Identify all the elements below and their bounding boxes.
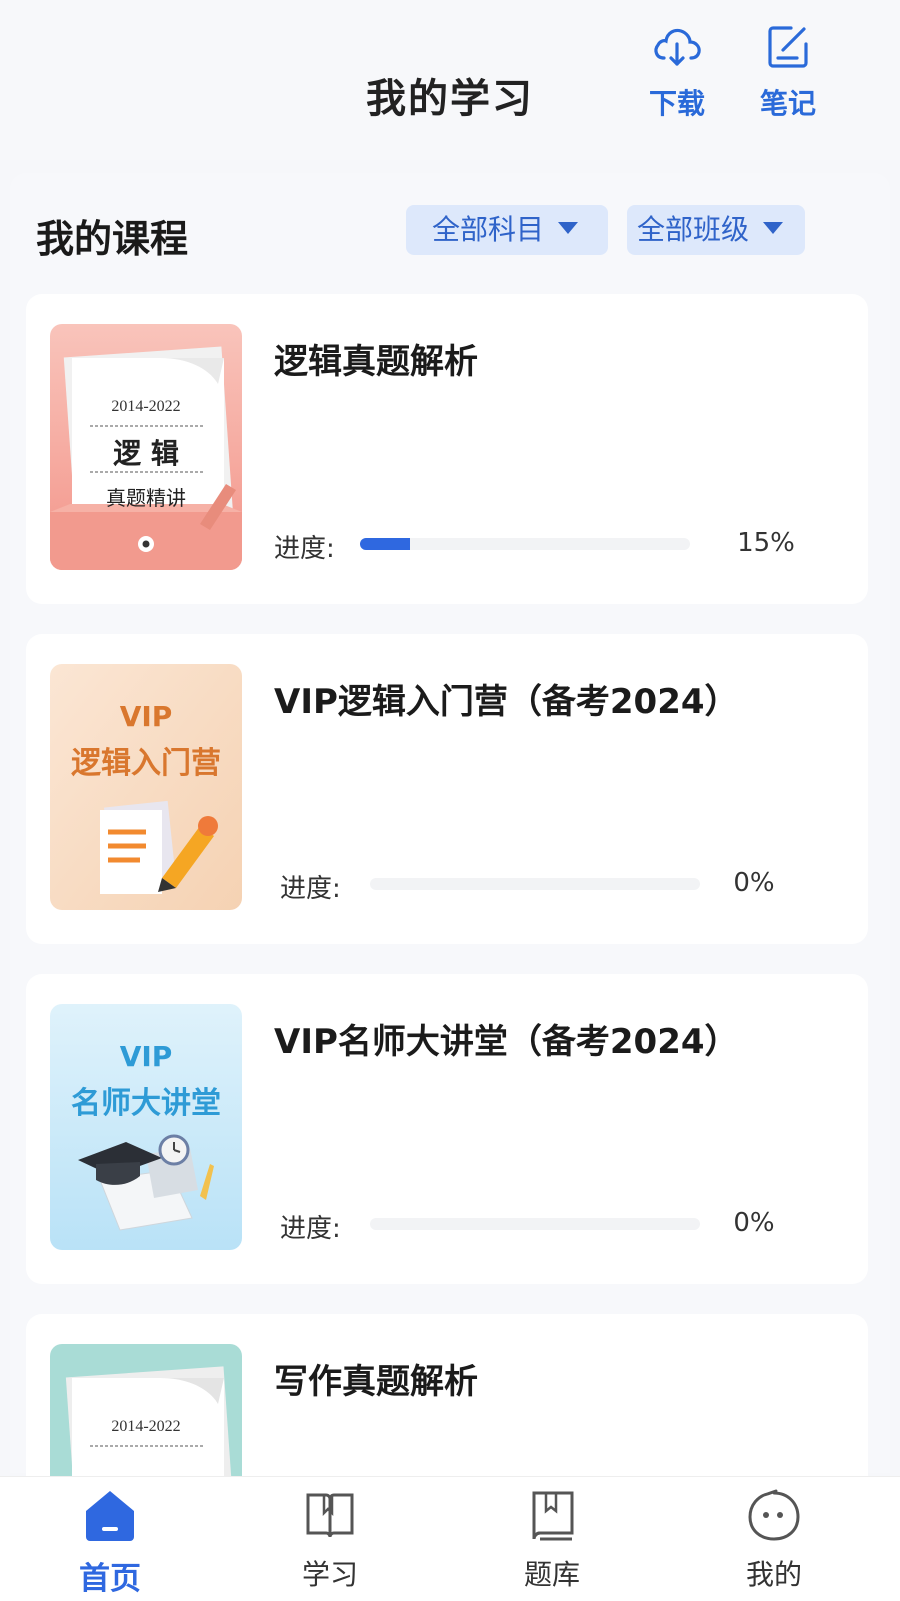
bottom-tab-bar: 首页 学习 题库 我的	[0, 1476, 900, 1601]
notes-label: 笔记	[759, 87, 816, 120]
progress-label: 进度:	[280, 1214, 341, 1244]
cover-vip: VIP	[119, 700, 173, 733]
course-title: VIP逻辑入门营（备考2024）	[274, 682, 739, 722]
progress-fill	[360, 538, 410, 550]
note-edit-icon	[768, 26, 808, 68]
class-filter-label: 全部班级	[637, 213, 750, 246]
cover-years: 2014-2022	[111, 398, 181, 415]
tab-home[interactable]: 首页	[50, 1487, 170, 1598]
progress-value: 15%	[737, 528, 795, 558]
tab-study[interactable]: 学习	[270, 1487, 390, 1593]
progress-label: 进度:	[274, 534, 335, 564]
tab-question-bank[interactable]: 题库	[492, 1487, 612, 1593]
download-label: 下载	[648, 87, 705, 120]
top-header: 我的学习 下载 笔记	[0, 0, 900, 160]
cover-name: 名师大讲堂	[71, 1086, 221, 1121]
cover-vip: VIP	[119, 1040, 173, 1073]
course-card-logic-exam[interactable]: 2014-2022 逻 辑 真题精讲 逻辑真题解析 进度: 15%	[26, 294, 868, 604]
course-thumbnail: VIP 逻辑入门营	[50, 664, 242, 910]
subject-filter-label: 全部科目	[432, 213, 545, 246]
notes-button[interactable]: 笔记	[743, 20, 833, 122]
writing-cover-image	[50, 1344, 242, 1476]
progress-value: 0%	[733, 1208, 775, 1238]
profile-face-icon	[748, 1489, 800, 1541]
caret-down-icon	[558, 222, 579, 234]
cover-name: 逻辑入门营	[71, 746, 221, 781]
caret-down-icon	[763, 222, 784, 234]
class-filter-dropdown[interactable]: 全部班级	[627, 205, 805, 255]
download-button[interactable]: 下载	[632, 20, 722, 122]
subject-filter-dropdown[interactable]: 全部科目	[406, 205, 608, 255]
cover-caption: 真题精讲	[106, 486, 186, 510]
course-title: 逻辑真题解析	[274, 342, 478, 382]
course-thumbnail: 2014-2022 逻 辑 真题精讲	[50, 324, 242, 570]
course-card-vip-logic-intro[interactable]: VIP 逻辑入门营 VIP逻辑入门营（备考2024） 进度: 0%	[26, 634, 868, 944]
progress-value: 0%	[733, 868, 775, 898]
tab-home-label: 首页	[79, 1561, 141, 1597]
section-title: 我的课程	[36, 217, 189, 261]
course-card-vip-master-lecture[interactable]: VIP 名师大讲堂 VIP名师大讲堂（备考2024） 进度: 0%	[26, 974, 868, 1284]
tab-question-bank-label: 题库	[523, 1558, 580, 1591]
cloud-download-icon	[654, 28, 701, 66]
book-icon	[306, 1493, 354, 1538]
course-thumbnail: VIP 名师大讲堂	[50, 1004, 242, 1250]
progress-bar	[370, 1218, 700, 1230]
cover-subject: 逻 辑	[113, 437, 179, 470]
progress-label: 进度:	[280, 874, 341, 904]
tab-profile-label: 我的	[745, 1558, 802, 1591]
progress-bar	[370, 878, 700, 890]
cover-years: 2014-2022	[111, 1418, 181, 1435]
tab-study-label: 学习	[301, 1558, 358, 1591]
course-title: VIP名师大讲堂（备考2024）	[274, 1022, 739, 1062]
question-bank-icon	[532, 1491, 574, 1541]
tab-profile[interactable]: 我的	[714, 1487, 834, 1593]
course-title: 写作真题解析	[274, 1362, 478, 1402]
course-card-writing-exam[interactable]: 2014-2022 写作真题解析	[26, 1314, 868, 1476]
home-icon	[86, 1491, 134, 1541]
course-thumbnail: 2014-2022	[50, 1344, 242, 1476]
progress-bar	[360, 538, 690, 550]
